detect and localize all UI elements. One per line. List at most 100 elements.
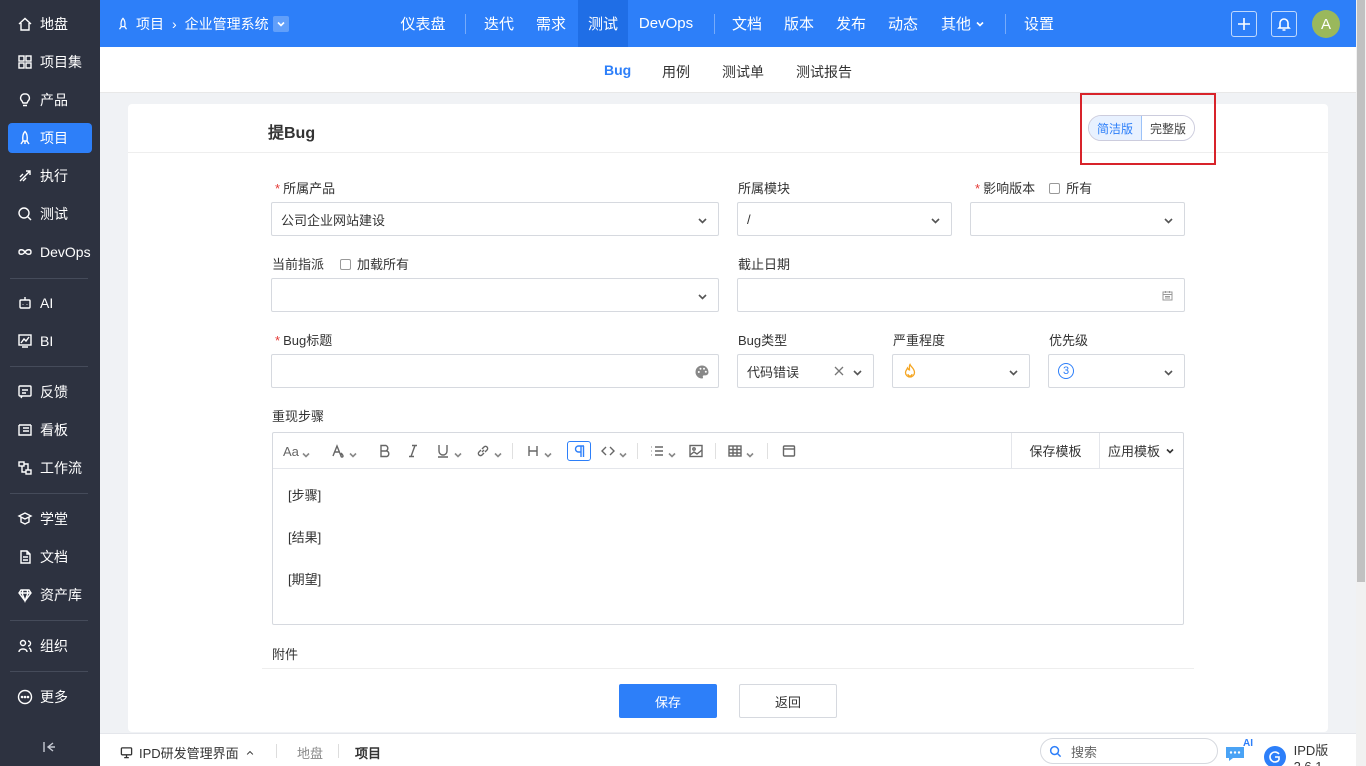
bold-tool[interactable] <box>377 441 393 461</box>
code-tool[interactable] <box>600 441 627 461</box>
fullscreen-tool[interactable] <box>781 441 797 461</box>
create-button[interactable] <box>1231 11 1257 37</box>
bell-icon <box>1277 18 1291 31</box>
nav-other-label: 其他 <box>940 16 971 33</box>
assign-select[interactable] <box>271 278 719 312</box>
text-color-tool[interactable] <box>330 441 357 461</box>
project-switch-dropdown[interactable] <box>272 15 289 32</box>
build-select[interactable] <box>970 202 1185 236</box>
deadline-input[interactable] <box>737 278 1185 312</box>
nav-settings[interactable]: 设置 <box>1014 0 1064 47</box>
back-button[interactable]: 返回 <box>739 684 837 718</box>
sidebar-item-label: DevOps <box>40 244 91 260</box>
build-all-checkbox[interactable]: 所有 <box>1049 181 1092 196</box>
sidebar-item-label: 学堂 <box>40 511 68 527</box>
module-select-value: / <box>747 211 751 227</box>
sidebar-item-execution[interactable]: 执行 <box>8 161 92 191</box>
sidebar-item-kanban[interactable]: 看板 <box>8 415 92 445</box>
required-marker: * <box>275 333 281 348</box>
version-info[interactable]: IPD版2.6.1 <box>1264 740 1356 766</box>
paragraph-tool[interactable] <box>567 441 591 461</box>
nav-dynamic[interactable]: 动态 <box>878 0 928 47</box>
avatar[interactable]: A <box>1312 10 1340 38</box>
nav-release[interactable]: 发布 <box>826 0 876 47</box>
nav-test[interactable]: 测试 <box>578 0 628 47</box>
table-tool[interactable] <box>727 441 754 461</box>
steps-line: [步骤] <box>288 488 322 503</box>
sidebar-item-label: AI <box>40 295 54 311</box>
subnav-testreport[interactable]: 测试报告 <box>796 62 852 82</box>
nav-devops[interactable]: DevOps <box>630 0 702 47</box>
sidebar-item-devops[interactable]: DevOps <box>8 237 92 267</box>
calendar-icon[interactable] <box>1162 289 1173 301</box>
table-icon <box>728 445 742 457</box>
nav-doc[interactable]: 文档 <box>722 0 772 47</box>
sidebar-item-feedback[interactable]: 反馈 <box>8 377 92 407</box>
image-tool[interactable] <box>688 441 704 461</box>
assign-loadall-checkbox[interactable]: 加载所有 <box>340 257 409 272</box>
underline-tool[interactable] <box>435 441 462 461</box>
apply-template-button[interactable]: 应用模板 <box>1099 433 1183 468</box>
global-search-input[interactable]: 搜索 <box>1040 738 1218 764</box>
sidebar-item-school[interactable]: 学堂 <box>8 504 92 534</box>
sidebar-item-doc[interactable]: 文档 <box>8 542 92 572</box>
italic-tool[interactable] <box>405 441 421 461</box>
palette-icon[interactable] <box>694 364 710 380</box>
severity-select[interactable] <box>892 354 1030 388</box>
collapse-sidebar-icon[interactable] <box>42 740 58 756</box>
scrollbar-thumb[interactable] <box>1357 0 1365 582</box>
grid-icon <box>16 53 34 71</box>
breadcrumb-project-name[interactable]: 企业管理系统 <box>185 14 269 34</box>
sidebar-item-home[interactable]: 地盘 <box>8 9 92 39</box>
bottom-crumb-home[interactable]: 地盘 <box>297 743 323 762</box>
sidebar-item-assetlib[interactable]: 资产库 <box>8 580 92 610</box>
search-icon <box>16 205 34 223</box>
list-tool[interactable] <box>649 441 676 461</box>
heading-tool[interactable] <box>525 441 552 461</box>
sidebar-item-program[interactable]: 项目集 <box>8 47 92 77</box>
bug-title-input[interactable] <box>271 354 719 388</box>
build-label: * 影响版本 所有 <box>975 178 1092 197</box>
clear-icon[interactable] <box>833 365 845 377</box>
type-select[interactable]: 代码错误 <box>737 354 874 388</box>
sidebar-item-more[interactable]: 更多 <box>8 682 92 712</box>
subnav-case[interactable]: 用例 <box>662 62 690 82</box>
module-select[interactable]: / <box>737 202 952 236</box>
nav-story[interactable]: 需求 <box>526 0 576 47</box>
sidebar-item-ai[interactable]: AI <box>8 288 92 318</box>
nav-dashboard[interactable]: 仪表盘 <box>390 0 456 47</box>
bulb-icon <box>16 91 34 109</box>
save-button[interactable]: 保存 <box>619 684 717 718</box>
editor-toolbar: Aa 保存模板 应用模板 <box>273 433 1183 469</box>
save-template-button[interactable]: 保存模板 <box>1011 433 1099 468</box>
product-select[interactable]: 公司企业网站建设 <box>271 202 719 236</box>
sidebar-item-project[interactable]: 项目 <box>8 123 92 153</box>
sidebar-item-bi[interactable]: BI <box>8 326 92 356</box>
steps-editor[interactable]: Aa 保存模板 应用模板 [步骤] [结果] [期望] <box>272 432 1184 625</box>
chevron-down-icon <box>349 447 357 458</box>
nav-divider <box>465 14 466 34</box>
breadcrumb-project[interactable]: 项目 <box>136 14 164 34</box>
font-size-tool[interactable]: Aa <box>283 441 310 461</box>
sidebar-item-label: 项目集 <box>40 54 82 70</box>
notification-button[interactable] <box>1271 11 1297 37</box>
scrollbar[interactable] <box>1356 0 1366 766</box>
link-tool[interactable] <box>475 441 502 461</box>
app-switcher[interactable]: IPD研发管理界面 <box>120 743 255 762</box>
bottom-crumb-project[interactable]: 项目 <box>355 743 381 762</box>
subnav-bug[interactable]: Bug <box>604 62 631 78</box>
sidebar-item-org[interactable]: 组织 <box>8 631 92 661</box>
steps-label: 重现步骤 <box>272 409 325 424</box>
nav-build[interactable]: 版本 <box>774 0 824 47</box>
bug-title-label-text: Bug标题 <box>283 333 333 348</box>
nav-iteration[interactable]: 迭代 <box>474 0 524 47</box>
sidebar: 地盘 项目集 产品 项目 执行 测试 DevOps AI BI 反馈 看板 工作… <box>0 0 100 766</box>
nav-other[interactable]: 其他 <box>930 0 996 47</box>
priority-select[interactable]: 3 <box>1048 354 1185 388</box>
type-select-value: 代码错误 <box>747 364 800 380</box>
sidebar-item-workflow[interactable]: 工作流 <box>8 453 92 483</box>
subnav-testtask[interactable]: 测试单 <box>722 62 764 82</box>
ai-chat-button[interactable]: AI <box>1224 738 1254 763</box>
sidebar-item-product[interactable]: 产品 <box>8 85 92 115</box>
sidebar-item-test[interactable]: 测试 <box>8 199 92 229</box>
